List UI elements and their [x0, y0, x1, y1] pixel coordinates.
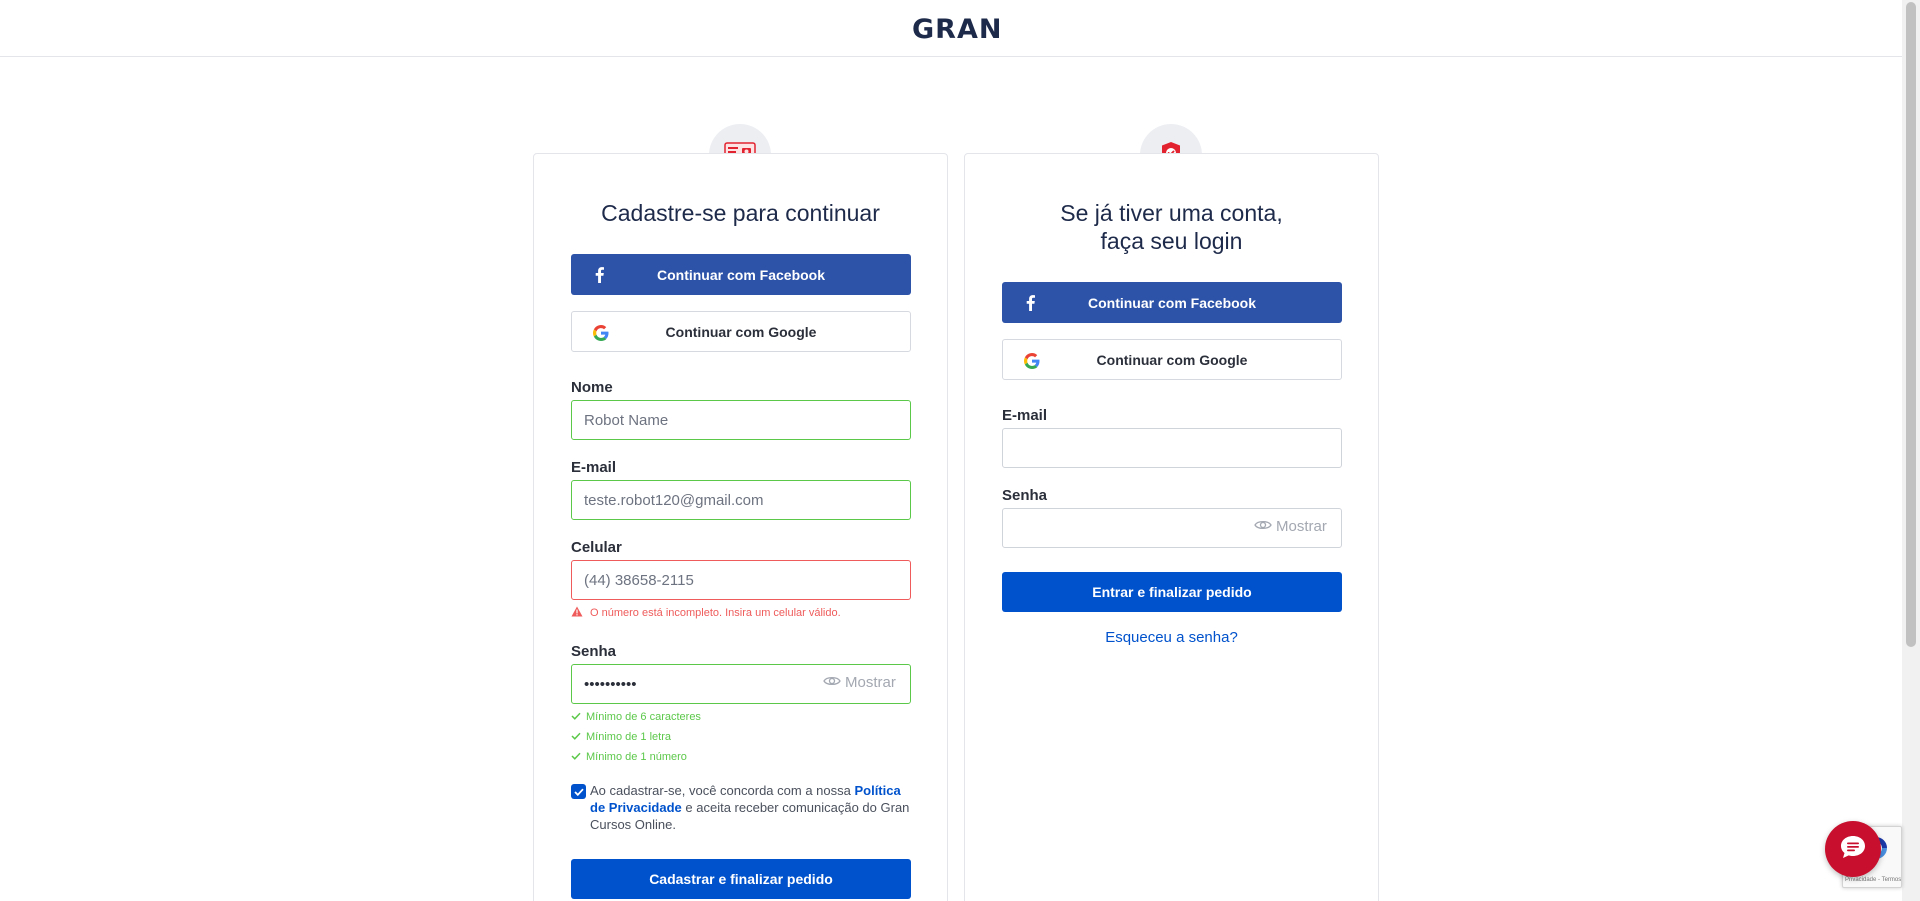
- signup-title: Cadastre-se para continuar: [601, 200, 880, 226]
- signup-facebook-label: Continuar com Facebook: [656, 266, 826, 283]
- signup-facebook-button[interactable]: Continuar com Facebook: [571, 254, 911, 295]
- signup-google-button[interactable]: Continuar com Google: [571, 311, 911, 352]
- signup-submit-button[interactable]: Cadastrar e finalizar pedido: [571, 859, 911, 899]
- terms-text: Ao cadastrar-se, você concorda com a nos…: [571, 782, 911, 833]
- terms-checkbox[interactable]: [571, 784, 586, 799]
- signup-show-label: Mostrar: [845, 674, 896, 691]
- login-google-label: Continuar com Google: [1096, 351, 1248, 368]
- login-show-label: Mostrar: [1276, 518, 1327, 535]
- signup-submit-label: Cadastrar e finalizar pedido: [649, 871, 833, 887]
- google-icon: [1023, 352, 1040, 369]
- login-submit-button[interactable]: Entrar e finalizar pedido: [1002, 572, 1342, 612]
- facebook-icon: [591, 266, 608, 283]
- warning-icon: [571, 606, 583, 620]
- check-icon: [571, 731, 581, 743]
- signup-email-label: E-mail: [571, 459, 617, 476]
- phone-error: O número está incompleto. Insira um celu…: [571, 606, 841, 620]
- terms-text-start: Ao cadastrar-se, você concorda com a nos…: [590, 783, 855, 798]
- gran-logo[interactable]: GRAN: [912, 14, 1002, 45]
- signup-show-password-toggle[interactable]: Mostrar: [823, 674, 896, 691]
- eye-icon: [823, 674, 841, 691]
- login-email-input[interactable]: [1002, 428, 1342, 468]
- login-card: Se já tiver uma conta, faça seu login Co…: [964, 153, 1379, 901]
- signup-password-label: Senha: [571, 643, 617, 660]
- password-rule: Mínimo de 6 caracteres: [571, 711, 701, 723]
- login-submit-label: Entrar e finalizar pedido: [1092, 584, 1252, 600]
- phone-input[interactable]: [571, 560, 911, 600]
- top-bar: GRAN: [0, 0, 1902, 57]
- google-icon: [592, 324, 609, 341]
- check-icon: [571, 751, 581, 763]
- login-facebook-button[interactable]: Continuar com Facebook: [1002, 282, 1342, 323]
- login-google-button[interactable]: Continuar com Google: [1002, 339, 1342, 380]
- phone-label: Celular: [571, 539, 622, 556]
- logo-text: GRAN: [912, 14, 1003, 45]
- login-title-line1: Se já tiver uma conta,: [1060, 200, 1283, 226]
- password-rule: Mínimo de 1 número: [571, 751, 687, 763]
- name-input[interactable]: [571, 400, 911, 440]
- login-show-password-toggle[interactable]: Mostrar: [1254, 518, 1327, 535]
- password-rule-text: Mínimo de 6 caracteres: [586, 711, 701, 723]
- phone-error-text: O número está incompleto. Insira um celu…: [590, 607, 841, 619]
- password-rule-text: Mínimo de 1 letra: [586, 731, 671, 743]
- check-icon: [571, 711, 581, 723]
- chat-icon: [1839, 834, 1867, 865]
- scrollbar-thumb[interactable]: [1906, 2, 1916, 647]
- password-rule-text: Mínimo de 1 número: [586, 751, 687, 763]
- forgot-password-link[interactable]: Esqueceu a senha?: [965, 629, 1378, 646]
- login-email-label: E-mail: [1002, 407, 1048, 424]
- login-facebook-label: Continuar com Facebook: [1087, 294, 1257, 311]
- terms-consent: Ao cadastrar-se, você concorda com a nos…: [571, 782, 911, 833]
- password-rule: Mínimo de 1 letra: [571, 731, 671, 743]
- facebook-icon: [1022, 294, 1039, 311]
- signup-google-label: Continuar com Google: [665, 323, 817, 340]
- page-scrollbar[interactable]: [1902, 0, 1920, 901]
- name-label: Nome: [571, 379, 613, 396]
- login-title-line2: faça seu login: [1100, 228, 1243, 254]
- chat-button[interactable]: [1825, 821, 1881, 877]
- signup-email-input[interactable]: [571, 480, 911, 520]
- recaptcha-text: Privacidade - Termos: [1845, 877, 1902, 883]
- login-password-label: Senha: [1002, 487, 1048, 504]
- login-title: Se já tiver uma conta, faça seu login: [965, 199, 1378, 255]
- signup-card: Cadastre-se para continuar Continuar com…: [533, 153, 948, 901]
- eye-icon: [1254, 518, 1272, 535]
